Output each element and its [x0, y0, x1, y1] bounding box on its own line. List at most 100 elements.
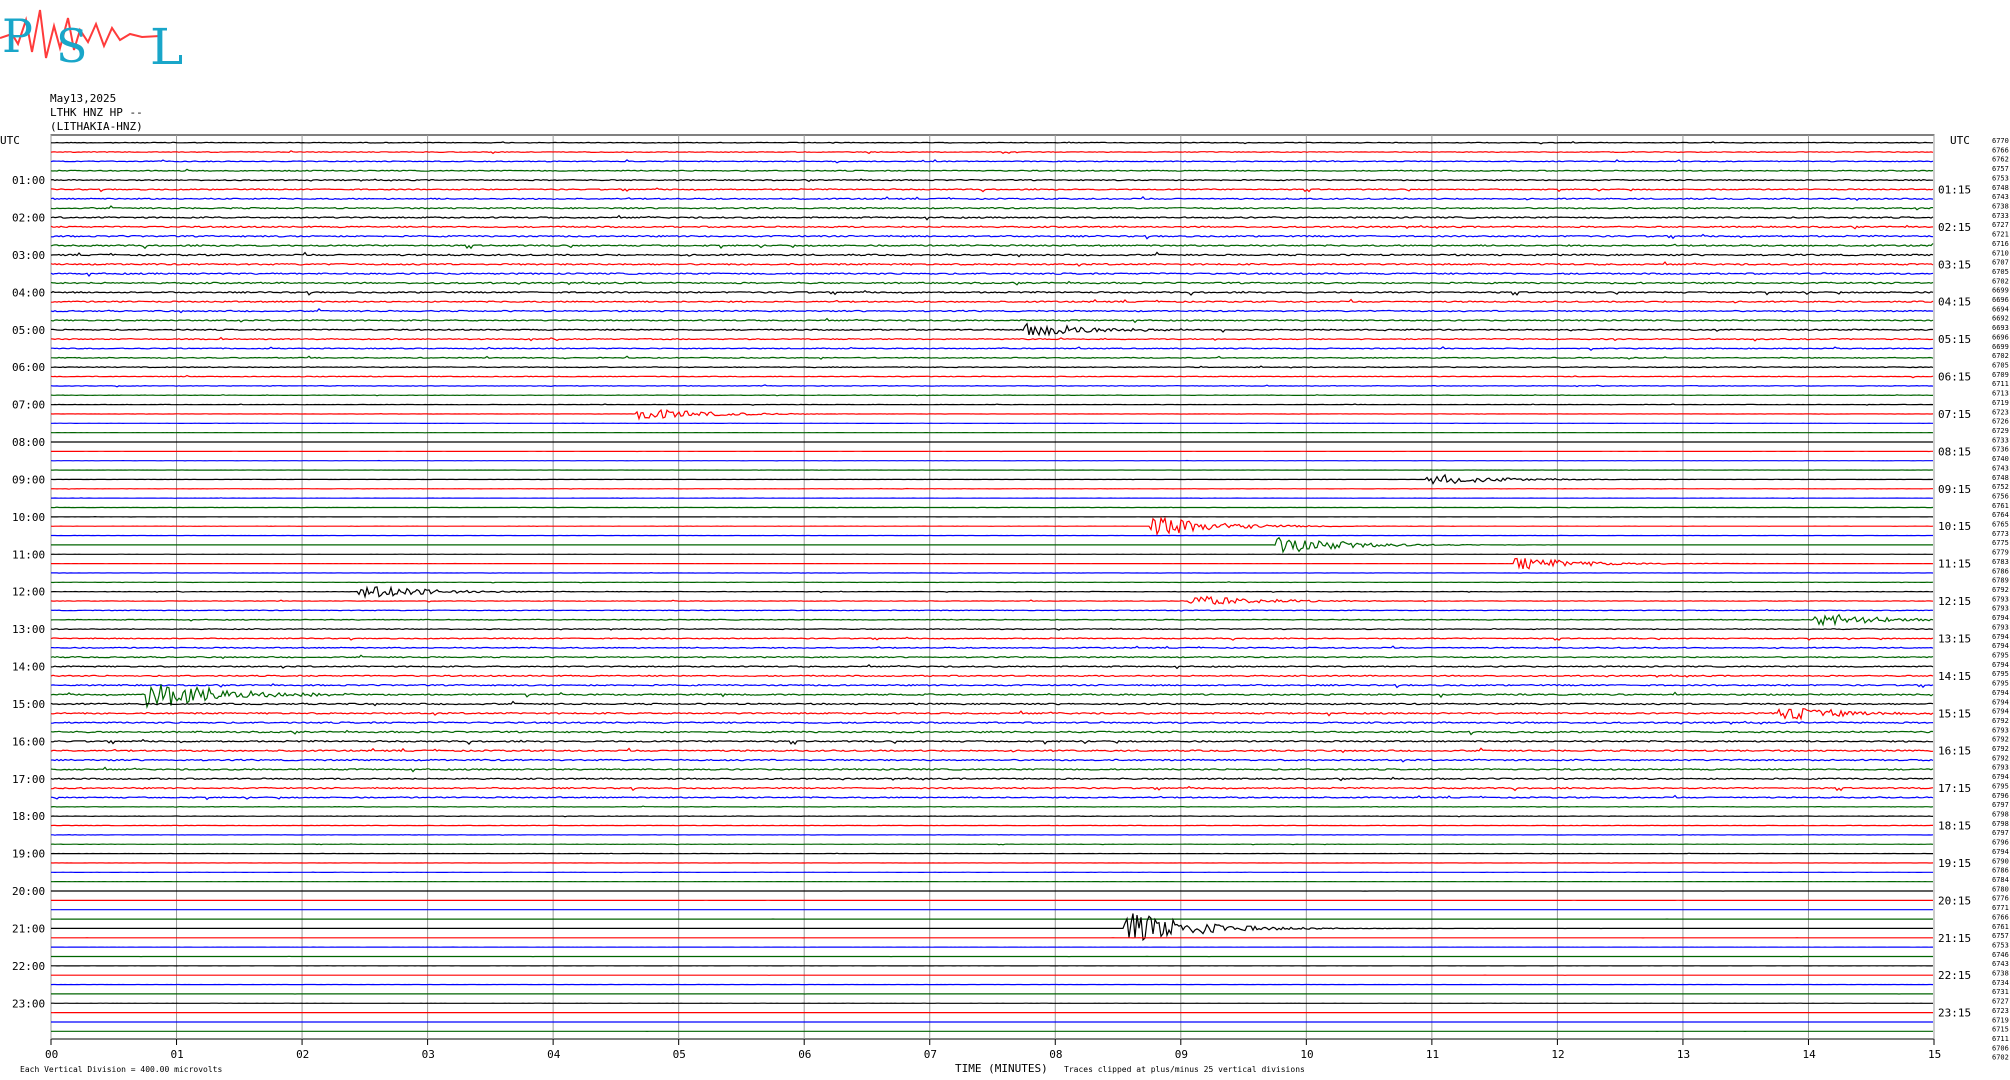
vertical-division-note: Each Vertical Division = 400.00 microvol…: [20, 1065, 222, 1074]
right-trace-value: 6696: [1992, 333, 2009, 341]
right-hour-label: 03:15: [1938, 258, 1971, 271]
right-trace-value: 6773: [1992, 530, 2009, 538]
right-trace-value: 6692: [1992, 315, 2009, 323]
seismic-trace: [50, 814, 1934, 818]
station-name-label: (LITHAKIA-HNZ): [50, 120, 143, 133]
plot-frame: [50, 134, 1935, 1040]
right-trace-value: 6793: [1992, 764, 2009, 772]
seismic-trace: [50, 261, 1934, 267]
x-tick-label: 00: [45, 1048, 58, 1061]
left-hour-label: 03:00: [12, 249, 45, 262]
logo-letter-p: P: [2, 9, 33, 63]
left-hour-label: 21:00: [12, 922, 45, 935]
right-trace-value: 6757: [1992, 165, 2009, 173]
seismic-trace: [50, 168, 1934, 172]
right-trace-value: 6710: [1992, 249, 2009, 257]
date-label: May13,2025: [50, 92, 117, 105]
seismic-trace: [50, 178, 1933, 183]
right-trace-value: 6794: [1992, 689, 2009, 697]
right-trace-value: 6780: [1992, 885, 2009, 893]
right-trace-value: 6699: [1992, 343, 2009, 351]
seismic-trace: [51, 346, 1934, 351]
right-hour-label: 18:15: [1938, 820, 1971, 833]
seismic-trace: [50, 654, 1934, 660]
right-trace-value: 6792: [1992, 586, 2009, 594]
seismic-trace: [50, 251, 1934, 258]
seismic-trace: [50, 805, 1934, 808]
right-trace-value: 6792: [1992, 736, 2009, 744]
right-utc-title: UTC: [1950, 134, 1970, 147]
left-hour-label: 14:00: [12, 661, 45, 674]
left-hour-label: 22:00: [12, 960, 45, 973]
seismic-trace: [50, 473, 1934, 485]
seismic-trace: [50, 233, 1934, 240]
seismic-trace: [50, 280, 1934, 286]
seismic-trace: [50, 766, 1934, 773]
x-tick-label: 01: [171, 1048, 184, 1061]
left-hour-label: 01:00: [12, 174, 45, 187]
x-axis-ticks: 00 01 02 03 04 05 06 07 08 09 10 11 12 13 14 15: [45, 1039, 1941, 1061]
right-hour-label: 19:15: [1938, 857, 1971, 870]
right-trace-value: 6786: [1992, 567, 2009, 575]
right-trace-value: 6727: [1992, 221, 2009, 229]
seismic-trace: [50, 196, 1934, 201]
right-trace-value: 6719: [1992, 399, 2009, 407]
right-trace-value: 6711: [1992, 380, 2009, 388]
seismic-trace: [50, 374, 1934, 379]
right-trace-value: 6761: [1992, 502, 2009, 510]
right-trace-value: 6790: [1992, 857, 2009, 865]
left-hour-label: 20:00: [12, 885, 45, 898]
seismic-trace: [50, 487, 1933, 490]
right-trace-value: 6753: [1992, 941, 2009, 949]
right-trace-value: 6770: [1992, 137, 2009, 145]
right-hour-labels: 01:15 02:15 03:15 04:15 05:15 06:15 07:15 08:15…: [1938, 183, 1971, 1019]
right-trace-value: 6761: [1992, 923, 2009, 931]
seismic-trace: [50, 674, 1934, 678]
seismic-trace: [50, 187, 1934, 193]
seismic-trace: [50, 785, 1934, 792]
right-trace-value: 6789: [1992, 577, 2009, 585]
right-trace-value: 6775: [1992, 539, 2009, 547]
right-trace-value: 6793: [1992, 726, 2009, 734]
right-hour-label: 15:15: [1938, 707, 1971, 720]
right-trace-value: 6707: [1992, 259, 2009, 267]
x-tick-label: 03: [422, 1048, 435, 1061]
seismic-trace: [50, 224, 1934, 230]
right-trace-value: 6729: [1992, 427, 2009, 435]
x-tick-label: 12: [1551, 1048, 1564, 1061]
x-tick-label: 09: [1175, 1048, 1188, 1061]
right-trace-value: 6794: [1992, 773, 2009, 781]
right-trace-value: 6702: [1992, 1054, 2009, 1062]
right-trace-value: 6738: [1992, 202, 2009, 210]
seismic-trace: [50, 794, 1934, 801]
seismic-trace: [50, 843, 1934, 846]
seismic-trace: [50, 720, 1934, 725]
seismic-trace: [50, 663, 1934, 670]
helicorder-plot: 01:00 02:00 03:00 04:00 05:00 06:00 07:00 08:00…: [0, 134, 2009, 1075]
seismic-trace: [50, 747, 1934, 754]
right-trace-value: 6756: [1992, 492, 2009, 500]
psl-logo: P S L: [0, 9, 183, 70]
seismic-trace: [50, 243, 1934, 250]
right-trace-value: 6794: [1992, 698, 2009, 706]
left-hour-label: 16:00: [12, 735, 45, 748]
seismic-trace: [50, 636, 1934, 641]
right-trace-value: 6794: [1992, 661, 2009, 669]
right-hour-label: 11:15: [1938, 558, 1971, 571]
seismic-trace: [50, 683, 1934, 689]
x-tick-label: 05: [673, 1048, 686, 1061]
right-hour-label: 17:15: [1938, 782, 1971, 795]
right-trace-value: 6762: [1992, 156, 2009, 164]
right-trace-value: 6702: [1992, 277, 2009, 285]
seismic-trace: [50, 159, 1934, 164]
station-label: LTHK HNZ HP --: [50, 106, 143, 119]
right-trace-value: 6771: [1992, 904, 2009, 912]
right-trace-value: 6786: [1992, 867, 2009, 875]
left-hour-label: 18:00: [12, 810, 45, 823]
right-trace-value: 6694: [1992, 305, 2009, 313]
right-trace-value: 6779: [1992, 549, 2009, 557]
right-trace-value: 6726: [1992, 418, 2009, 426]
right-trace-value: 6723: [1992, 408, 2009, 416]
right-trace-value: 6797: [1992, 801, 2009, 809]
right-trace-value: 6765: [1992, 521, 2009, 529]
